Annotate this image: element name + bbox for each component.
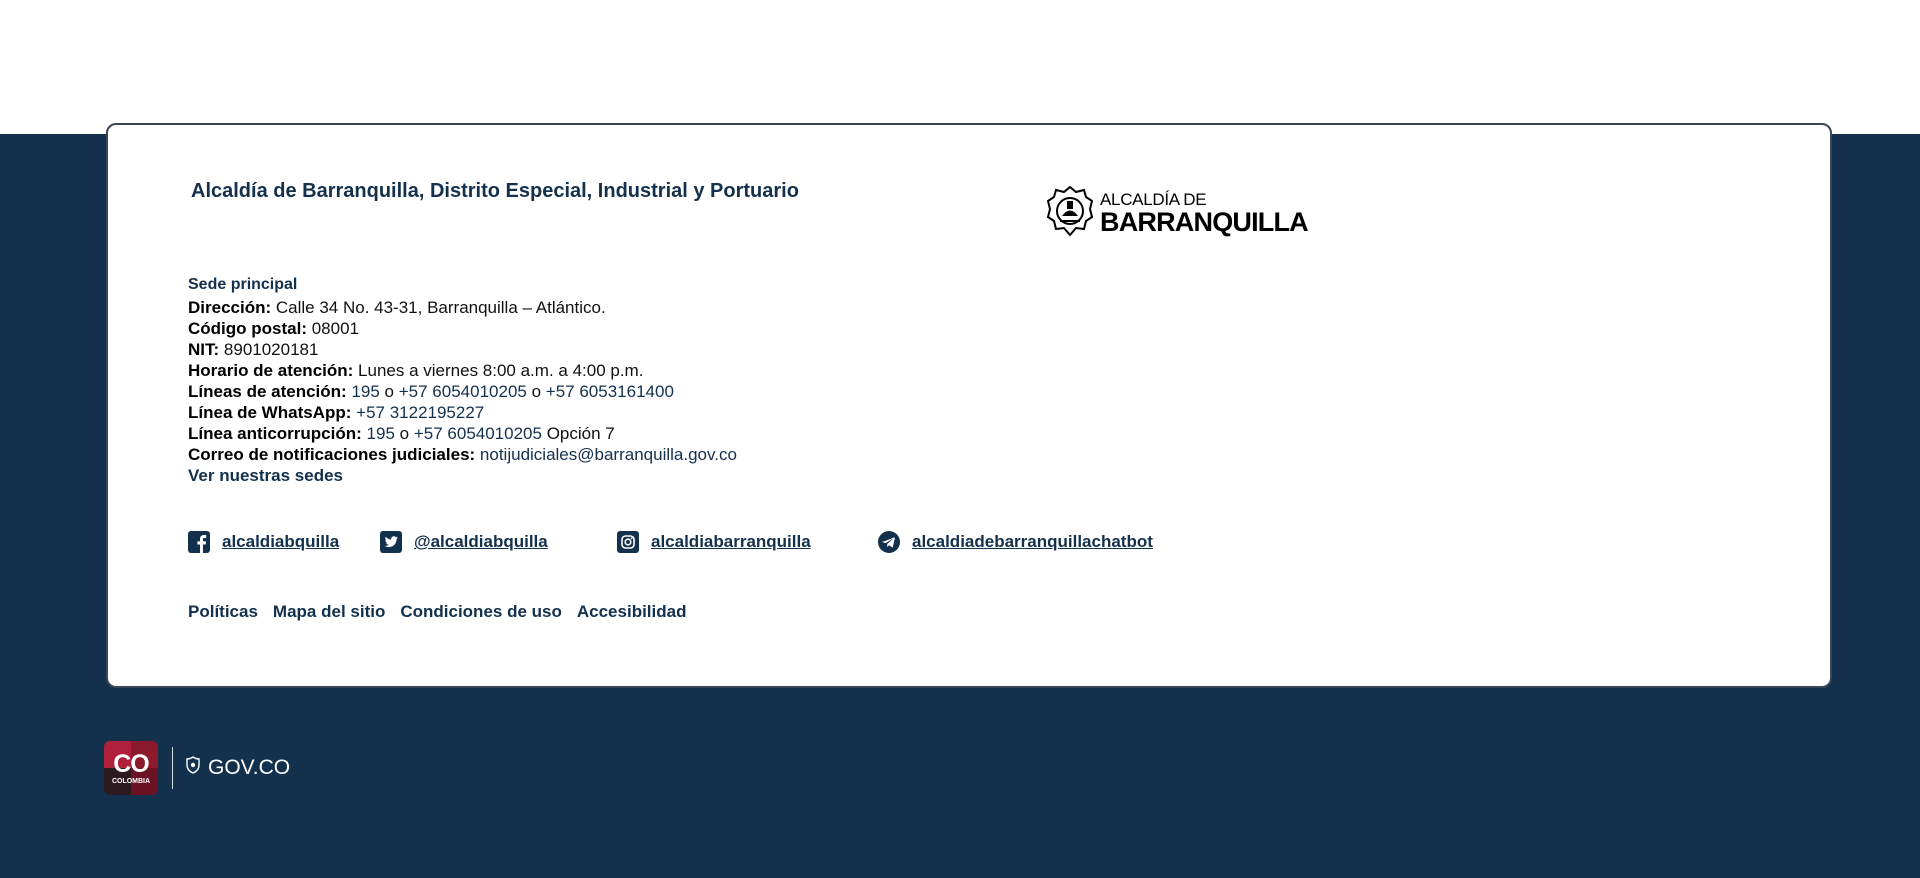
separator-text: o [384, 382, 395, 401]
postal-value: 08001 [311, 319, 359, 338]
alcaldia-logo[interactable]: ALCALDÍA DE BARRANQUILLA [1046, 185, 1309, 242]
facebook-link[interactable]: alcaldiabquilla [188, 530, 339, 554]
colombia-co-logo[interactable]: CO COLOMBIA [104, 741, 158, 795]
co-badge-subtext: COLOMBIA [111, 777, 151, 785]
whatsapp-link[interactable]: +57 3122195227 [356, 403, 484, 422]
hours-label: Horario de atención: [188, 361, 354, 380]
whatsapp-row: Línea de WhatsApp: +57 3122195227 [188, 402, 737, 423]
whatsapp-label: Línea de WhatsApp: [188, 403, 352, 422]
service-lines-row: Líneas de atención: 195 o +57 6054010205… [188, 381, 737, 402]
anticorruption-row: Línea anticorrupción: 195 o +57 60540102… [188, 423, 737, 444]
nit-value: 8901020181 [223, 340, 319, 359]
sitemap-link[interactable]: Mapa del sitio [273, 602, 385, 622]
judicial-email-label: Correo de notificaciones judiciales: [188, 445, 476, 464]
gov-co-link[interactable]: GOV.CO [185, 756, 290, 780]
phone-link-secondary[interactable]: +57 6053161400 [546, 382, 674, 401]
footer-card: Alcaldía de Barranquilla, Distrito Espec… [106, 123, 1832, 688]
phone-link-main[interactable]: +57 6054010205 [399, 382, 527, 401]
policies-link[interactable]: Políticas [188, 602, 258, 622]
phone-link-195[interactable]: 195 [351, 382, 379, 401]
separator-text: o [531, 382, 542, 401]
judicial-email-link[interactable]: notijudiciales@barranquilla.gov.co [480, 445, 737, 464]
org-title: Alcaldía de Barranquilla, Distrito Espec… [191, 180, 799, 202]
social-label: alcaldiabquilla [222, 532, 340, 551]
accessibility-link[interactable]: Accesibilidad [577, 602, 687, 622]
address-label: Dirección: [188, 298, 272, 317]
anticorruption-label: Línea anticorrupción: [188, 424, 362, 443]
city-seal-icon [1046, 185, 1094, 242]
hours-value: Lunes a viernes 8:00 a.m. a 4:00 p.m. [358, 361, 644, 380]
service-lines-label: Líneas de atención: [188, 382, 347, 401]
co-badge-text: CO [113, 749, 149, 778]
gov-divider [172, 747, 173, 789]
anticorruption-option: Opción 7 [546, 424, 615, 443]
postal-label: Código postal: [188, 319, 307, 338]
twitter-icon [380, 531, 402, 553]
instagram-icon [617, 531, 639, 553]
address-row: Dirección: Calle 34 No. 43-31, Barranqui… [188, 297, 737, 318]
social-label: alcaldiabarranquilla [651, 532, 811, 551]
see-offices-link[interactable]: Ver nuestras sedes [188, 466, 343, 485]
anticorruption-phone-195[interactable]: 195 [367, 424, 395, 443]
social-label: alcaldiadebarranquillachatbot [912, 532, 1153, 551]
separator-text: o [399, 424, 410, 443]
postal-row: Código postal: 08001 [188, 318, 737, 339]
logo-text-bottom: BARRANQUILLA [1100, 206, 1309, 237]
gov-co-text: GOV.CO [208, 756, 291, 779]
footer-links: Políticas Mapa del sitio Condiciones de … [188, 602, 686, 622]
contact-info: Sede principal Dirección: Calle 34 No. 4… [188, 274, 737, 486]
nit-row: NIT: 8901020181 [188, 339, 737, 360]
address-value: Calle 34 No. 43-31, Barranquilla – Atlán… [275, 298, 606, 317]
hours-row: Horario de atención: Lunes a viernes 8:0… [188, 360, 737, 381]
instagram-link[interactable]: alcaldiabarranquilla [617, 530, 811, 554]
anticorruption-phone-main[interactable]: +57 6054010205 [414, 424, 542, 443]
sede-heading: Sede principal [188, 276, 298, 293]
nit-label: NIT: [188, 340, 220, 359]
judicial-email-row: Correo de notificaciones judiciales: not… [188, 444, 737, 465]
telegram-link[interactable]: alcaldiadebarranquillachatbot [878, 530, 1153, 554]
gov-co-bar: CO COLOMBIA GOV.CO [104, 740, 290, 796]
twitter-link[interactable]: @alcaldiabquilla [380, 530, 548, 554]
logo-text-top: ALCALDÍA DE [1100, 189, 1207, 209]
terms-link[interactable]: Condiciones de uso [400, 602, 562, 622]
shield-icon [185, 756, 201, 780]
facebook-icon [188, 531, 210, 553]
social-label: @alcaldiabquilla [414, 532, 548, 551]
telegram-icon [878, 531, 900, 553]
